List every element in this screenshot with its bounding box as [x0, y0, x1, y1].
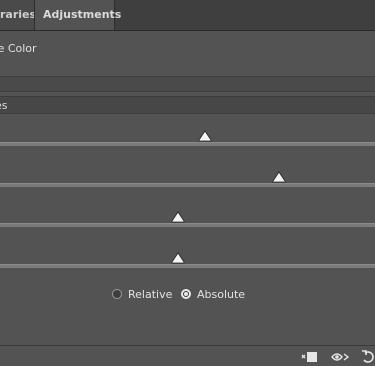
tab-libraries[interactable]: raries [0, 0, 35, 30]
slider-row-cyan [0, 114, 375, 154]
slider-track-yellow[interactable] [0, 223, 375, 227]
slider-track-cyan[interactable] [0, 142, 375, 146]
clip-to-layer-icon[interactable] [301, 350, 319, 364]
eye-visibility-icon[interactable] [331, 350, 351, 364]
slider-track-magenta[interactable] [0, 183, 375, 187]
slider-row-yellow [0, 195, 375, 235]
bottom-toolbar [0, 346, 375, 366]
slider-row-black [0, 236, 375, 276]
colors-select-row[interactable]: es [0, 96, 375, 114]
radio-relative-label: Relative [128, 288, 173, 301]
colors-select-label: es [0, 99, 8, 112]
radio-absolute-label: Absolute [197, 288, 246, 301]
radio-absolute-dot[interactable] [181, 289, 191, 299]
slider-track-black[interactable] [0, 264, 375, 268]
panel-tab-bar: raries Adjustments [0, 0, 375, 31]
adjustment-title: ive Color [0, 42, 37, 55]
properties-header: ive Color [0, 31, 375, 66]
radio-relative[interactable]: Relative [112, 287, 172, 303]
radio-relative-dot[interactable] [112, 289, 122, 299]
reset-icon[interactable] [361, 350, 375, 364]
slider-row-magenta [0, 155, 375, 195]
tab-adjustments[interactable]: Adjustments [35, 0, 121, 30]
adjustments-panel: raries Adjustments ive Color es Relative… [0, 0, 375, 366]
preset-row[interactable] [0, 76, 375, 92]
radio-absolute[interactable]: Absolute [181, 287, 251, 303]
